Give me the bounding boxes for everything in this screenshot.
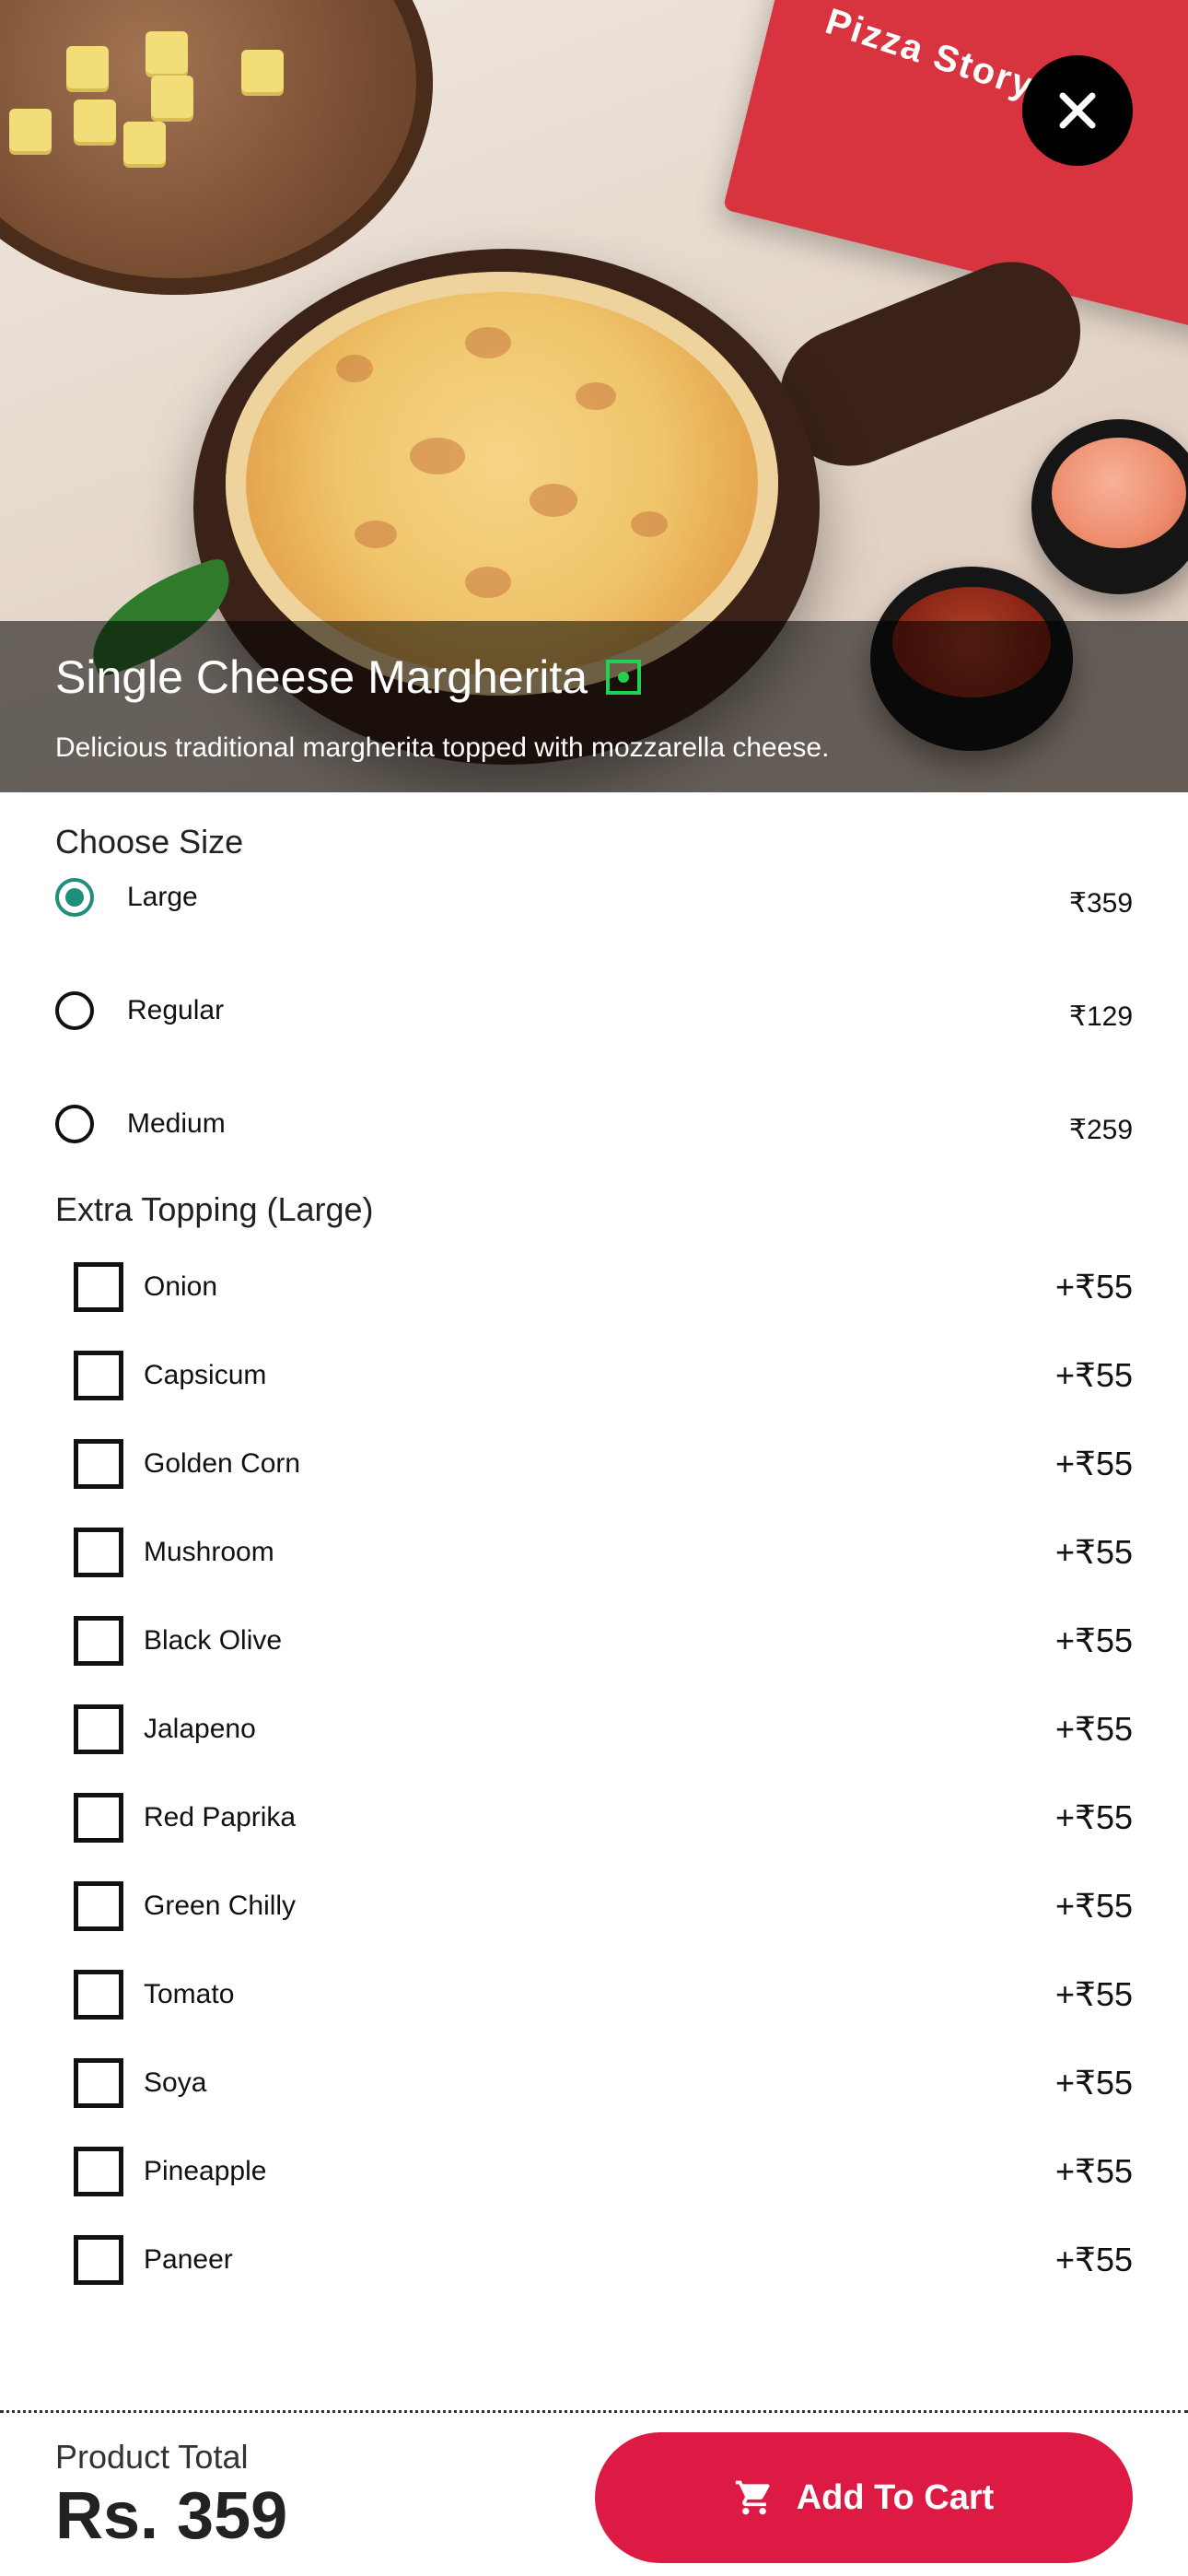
checkbox-jalapeno[interactable]: [74, 1704, 123, 1754]
size-option-regular[interactable]: Regular ₹129: [0, 991, 1188, 1083]
cheese-cube: [74, 100, 116, 142]
topping-price: +₹55: [1055, 1798, 1133, 1836]
size-option-price: ₹359: [1068, 888, 1133, 919]
topping-price: +₹55: [1055, 1356, 1133, 1394]
checkbox-green-chilly[interactable]: [74, 1881, 123, 1931]
topping-row-green-chilly[interactable]: Green Chilly +₹55: [0, 1881, 1188, 1946]
topping-label: Paneer: [144, 2244, 233, 2275]
product-total-label: Product Total: [55, 2438, 249, 2476]
topping-price: +₹55: [1055, 2152, 1133, 2190]
cart-icon: [735, 2480, 770, 2515]
cheese-cube: [241, 50, 284, 92]
product-title: Single Cheese Margherita: [55, 645, 642, 709]
topping-price: +₹55: [1055, 1445, 1133, 1482]
topping-label: Pineapple: [144, 2156, 267, 2186]
topping-row-capsicum[interactable]: Capsicum +₹55: [0, 1351, 1188, 1415]
size-option-large[interactable]: Large ₹359: [0, 878, 1188, 970]
topping-label: Soya: [144, 2067, 207, 2098]
topping-row-mushroom[interactable]: Mushroom +₹55: [0, 1528, 1188, 1592]
topping-price: +₹55: [1055, 1887, 1133, 1925]
add-to-cart-button[interactable]: Add To Cart: [595, 2432, 1133, 2563]
cheese-board: [0, 0, 433, 295]
product-description: Delicious traditional margherita topped …: [55, 732, 830, 763]
size-option-price: ₹129: [1068, 1001, 1133, 1032]
close-icon: [1059, 92, 1096, 129]
topping-row-golden-corn[interactable]: Golden Corn +₹55: [0, 1439, 1188, 1504]
checkbox-onion[interactable]: [74, 1262, 123, 1312]
topping-label: Mushroom: [144, 1537, 274, 1567]
footer-divider: [0, 2410, 1188, 2413]
topping-row-paneer[interactable]: Paneer +₹55: [0, 2235, 1188, 2300]
topping-price: +₹55: [1055, 1975, 1133, 2013]
checkbox-paneer[interactable]: [74, 2235, 123, 2285]
checkbox-mushroom[interactable]: [74, 1528, 123, 1577]
checkbox-red-paprika[interactable]: [74, 1793, 123, 1843]
cheese-cube: [9, 109, 52, 151]
topping-price: +₹55: [1055, 1268, 1133, 1306]
cheese-cube: [151, 76, 193, 118]
topping-row-jalapeno[interactable]: Jalapeno +₹55: [0, 1704, 1188, 1769]
checkbox-golden-corn[interactable]: [74, 1439, 123, 1489]
topping-row-pineapple[interactable]: Pineapple +₹55: [0, 2147, 1188, 2211]
size-option-price: ₹259: [1068, 1115, 1133, 1145]
checkbox-capsicum[interactable]: [74, 1351, 123, 1400]
size-option-label: Medium: [127, 1108, 226, 1139]
sauce-bowl: [1031, 419, 1188, 594]
radio-button-medium[interactable]: [55, 1105, 94, 1143]
checkbox-pineapple[interactable]: [74, 2147, 123, 2196]
topping-price: +₹55: [1055, 2064, 1133, 2102]
topping-price: +₹55: [1055, 2241, 1133, 2278]
size-option-label: Large: [127, 882, 198, 912]
topping-label: Golden Corn: [144, 1448, 301, 1479]
checkbox-soya[interactable]: [74, 2058, 123, 2108]
veg-indicator-icon: [606, 660, 642, 695]
checkbox-black-olive[interactable]: [74, 1616, 123, 1666]
choose-size-heading: Choose Size: [55, 823, 244, 861]
checkbox-tomato[interactable]: [74, 1970, 123, 2020]
topping-price: +₹55: [1055, 1533, 1133, 1571]
topping-row-onion[interactable]: Onion +₹55: [0, 1262, 1188, 1327]
topping-label: Black Olive: [144, 1625, 283, 1656]
topping-price: +₹55: [1055, 1710, 1133, 1748]
size-option-medium[interactable]: Medium ₹259: [0, 1105, 1188, 1197]
size-option-label: Regular: [127, 995, 225, 1025]
topping-row-red-paprika[interactable]: Red Paprika +₹55: [0, 1793, 1188, 1857]
pizza-box-logo: Pizza Story: [821, 1, 1040, 107]
cheese-cube: [66, 46, 109, 88]
topping-label: Capsicum: [144, 1360, 267, 1390]
topping-row-black-olive[interactable]: Black Olive +₹55: [0, 1616, 1188, 1680]
topping-label: Green Chilly: [144, 1891, 297, 1921]
radio-button-regular[interactable]: [55, 991, 94, 1030]
radio-button-large[interactable]: [55, 878, 94, 917]
product-total-value: Rs. 359: [55, 2479, 288, 2553]
add-to-cart-label: Add To Cart: [796, 2477, 995, 2517]
cheese-cube: [123, 122, 166, 164]
product-title-text: Single Cheese Margherita: [55, 651, 588, 703]
topping-price: +₹55: [1055, 1622, 1133, 1659]
topping-row-soya[interactable]: Soya +₹55: [0, 2058, 1188, 2123]
topping-label: Onion: [144, 1271, 218, 1302]
topping-label: Tomato: [144, 1979, 235, 2009]
topping-label: Jalapeno: [144, 1714, 256, 1744]
topping-row-tomato[interactable]: Tomato +₹55: [0, 1970, 1188, 2034]
cheese-cube: [146, 31, 188, 74]
close-button[interactable]: [1022, 55, 1133, 166]
topping-label: Red Paprika: [144, 1802, 297, 1832]
extra-topping-heading: Extra Topping (Large): [55, 1190, 374, 1228]
